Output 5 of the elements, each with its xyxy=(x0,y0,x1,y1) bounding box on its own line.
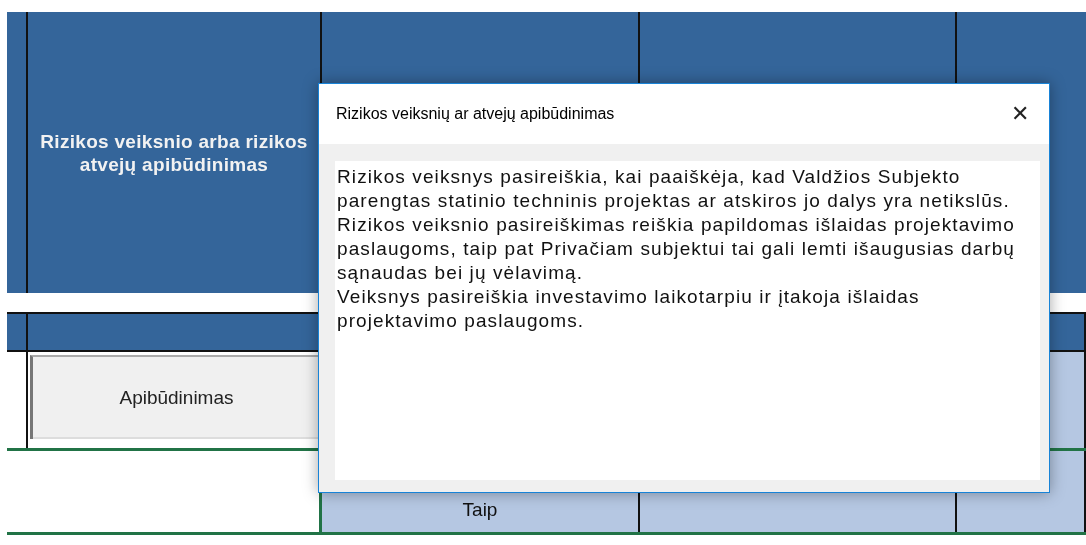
dialog-title: Rizikos veiksnių ar atvejų apibūdinimas xyxy=(336,104,615,124)
description-field[interactable]: Rizikos veiksnys pasireiškia, kai paaiškėja, kad Valdžios Subjekto parengtas statinio techninis projektas ar atskiros jo dalys yra netikslūs. Rizikos veiksnio pasireiškimas reiškia papildomas išlaidas projektavimo paslaugoms, taip pat Privačiam subjektui tai gali lemti išaugusias darbų sąnaudas bei jų vėlavimą. Veiksnys pasireiškia investavimo laikotarpiu ir įtakoja išlaidas projektavimo paslaugoms. xyxy=(335,161,1040,480)
close-button[interactable]: ✕ xyxy=(1005,103,1035,125)
column-header: Rizikos veiksnio arba rizikos atvejų apibūdinimas xyxy=(39,129,309,176)
description-button[interactable]: Apibūdinimas xyxy=(30,355,320,439)
